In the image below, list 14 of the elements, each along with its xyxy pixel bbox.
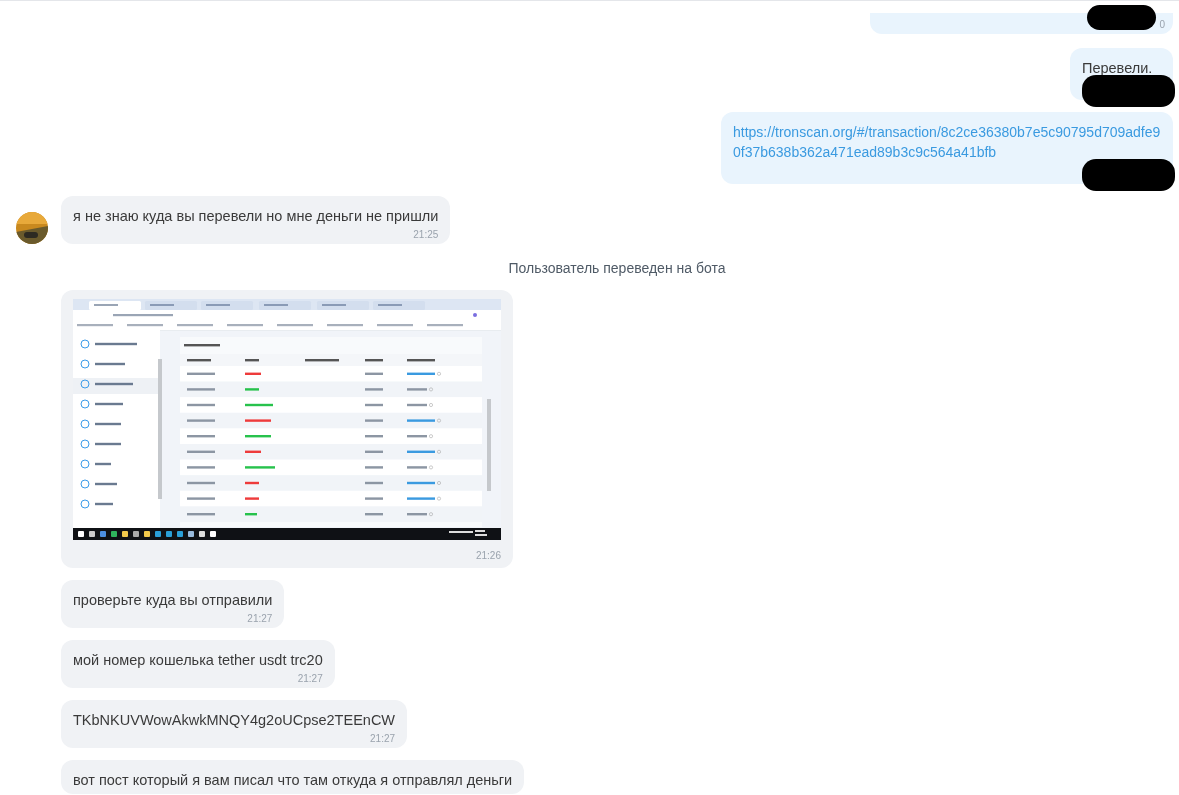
system-message: Пользователь переведен на бота bbox=[508, 260, 726, 276]
message-time: 21:27 bbox=[297, 673, 323, 685]
message-time: 21:27 bbox=[247, 613, 273, 625]
message-text: мой номер кошелька tether usdt trc20 bbox=[73, 651, 323, 670]
message-text: проверьте куда вы отправили bbox=[73, 591, 273, 610]
message-text: я не знаю куда вы перевели но мне деньги не пришли bbox=[73, 207, 439, 226]
message-time: 21:25 bbox=[413, 229, 439, 241]
message-time: 0 bbox=[1159, 18, 1165, 31]
message-text: TKbNKUVWowAkwkMNQY4g2oUCpse2TEEnCW bbox=[73, 711, 396, 730]
message-text: Перевели. bbox=[1082, 59, 1154, 78]
message-link[interactable]: https://tronscan.org/#/transaction/8c2ce36380b7e5c90795d709adfe90f37b638b362a471ead89b3c9c564a41bfb bbox=[733, 122, 1161, 162]
message-time: 21:26 bbox=[475, 550, 501, 562]
message-text: вот пост который я вам писал что там откуда я отправлял деньги bbox=[73, 771, 513, 790]
message-time: 21:27 bbox=[370, 733, 396, 745]
